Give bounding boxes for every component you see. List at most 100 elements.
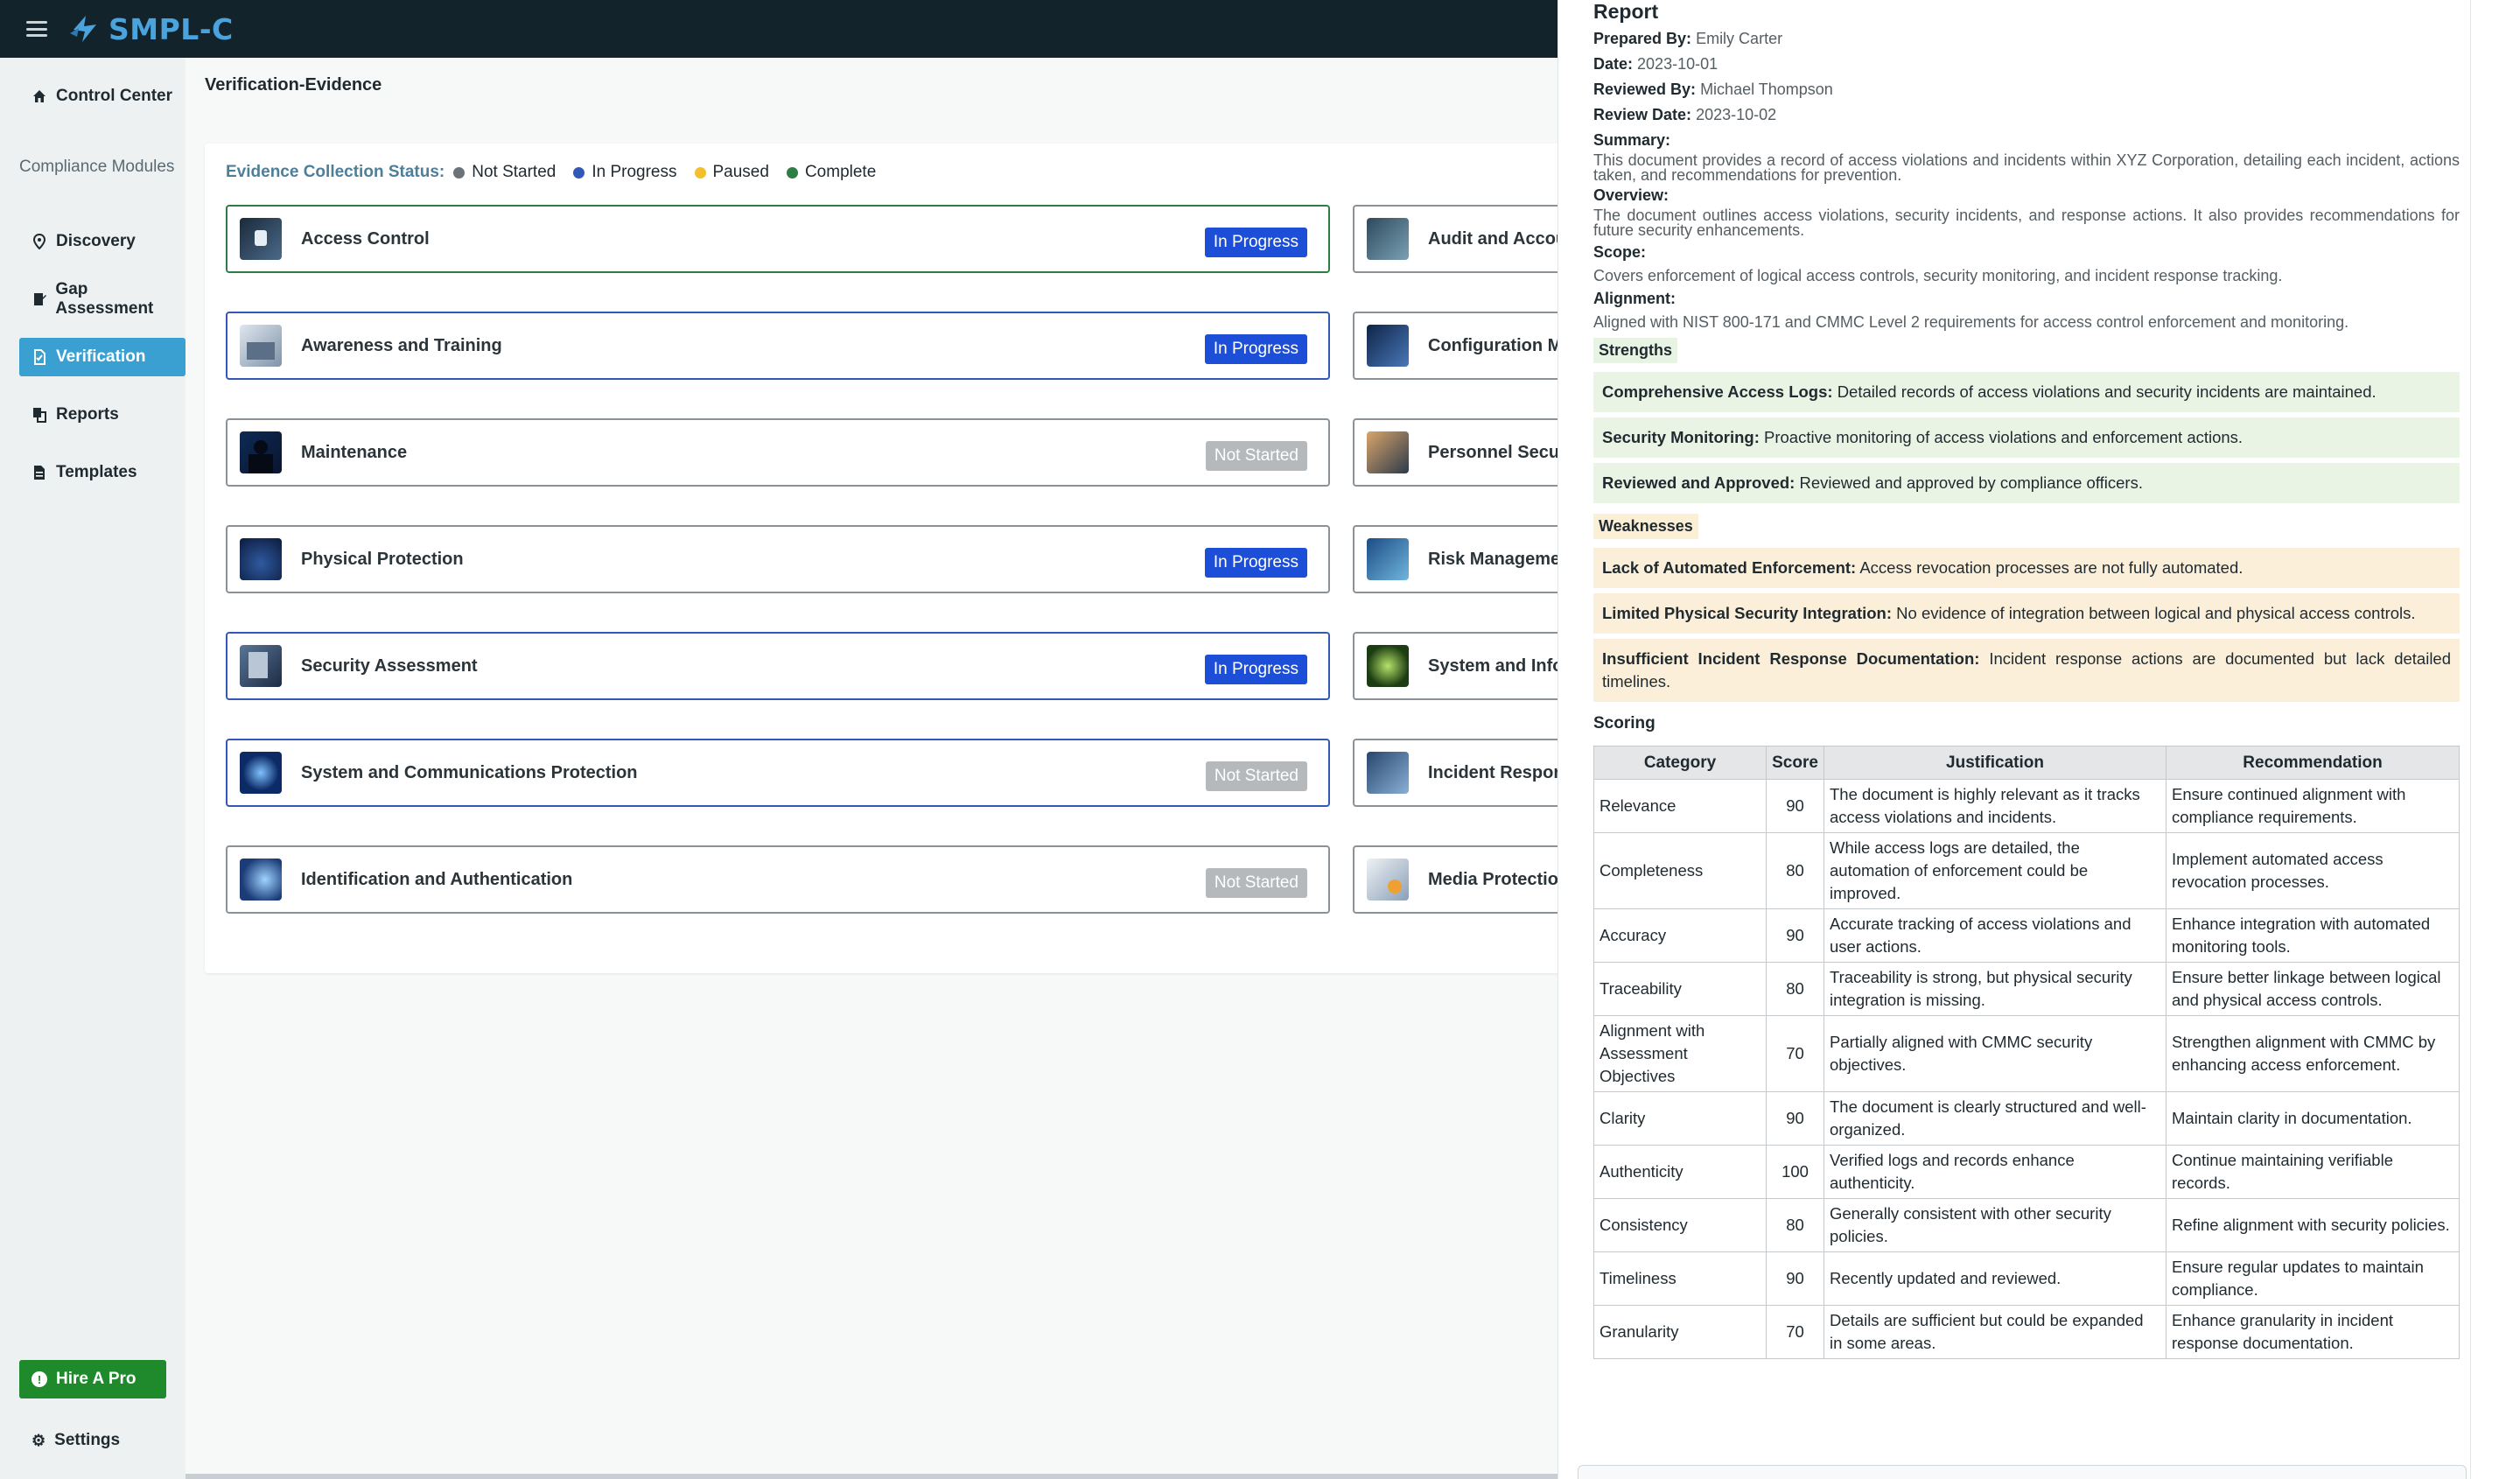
table-header: Category	[1593, 746, 1767, 780]
module-card-security-assessment[interactable]: Security Assessment In Progress	[226, 632, 1330, 700]
sidebar-item-reports[interactable]: Reports	[19, 396, 186, 434]
strength-item: Reviewed and Approved: Reviewed and appr…	[1593, 463, 2460, 503]
module-card-awareness-training[interactable]: Awareness and Training In Progress	[226, 312, 1330, 380]
table-cell-score: 90	[1766, 908, 1824, 963]
sidebar-item-label: Gap Assessment	[55, 280, 154, 318]
document-check-icon	[32, 349, 47, 365]
module-name: Access Control	[301, 228, 430, 249]
legend-complete: Complete	[786, 163, 876, 182]
status-badge: Not Started	[1205, 761, 1307, 791]
nav-control-center[interactable]: Control Center	[19, 77, 186, 116]
alignment-label: Alignment:	[1593, 290, 1676, 307]
table-row: Traceability 80 Traceability is strong, bu…	[1593, 962, 2460, 1016]
status-badge: In Progress	[1204, 548, 1307, 578]
module-card-identification-authentication[interactable]: Identification and Authentication Not St…	[226, 845, 1330, 914]
table-cell-justification: The document is highly relevant as it tr…	[1824, 779, 2166, 833]
table-cell-recommendation: Continue maintaining verifiable records.	[2166, 1145, 2460, 1199]
status-badge: Not Started	[1205, 868, 1307, 898]
strengths-heading: Strengths	[1593, 338, 1678, 363]
module-name: Incident Respor	[1428, 762, 1561, 782]
table-cell-category: Authenticity	[1593, 1145, 1767, 1199]
legend-not-started: Not Started	[453, 163, 556, 182]
module-name: Personnel Secur	[1428, 442, 1566, 462]
table-row: Alignment with Assessment Objectives 70 Pa…	[1593, 1015, 2460, 1092]
evidence-panel: Evidence Collection Status: Not Started …	[205, 144, 1745, 973]
module-name: Media Protectio	[1428, 869, 1558, 889]
hire-a-pro-button[interactable]: ! Hire A Pro	[19, 1360, 166, 1398]
sidebar-item-label: Templates	[56, 463, 137, 481]
report-title: Report	[1593, 0, 1659, 23]
table-row: Consistency 80 Generally consistent with o…	[1593, 1198, 2460, 1252]
table-row: Timeliness 90 Recently updated and reviewe…	[1593, 1251, 2460, 1306]
table-cell-recommendation: Maintain clarity in documentation.	[2166, 1091, 2460, 1146]
module-name: Physical Protection	[301, 549, 464, 569]
module-thumbnail	[1367, 431, 1409, 473]
app-logo[interactable]: SMPL-C	[66, 11, 234, 47]
location-pin-icon	[32, 234, 47, 249]
review-date-row: Review Date: 2023-10-02	[1593, 106, 1777, 123]
strength-item: Comprehensive Access Logs: Detailed reco…	[1593, 372, 2460, 412]
horizontal-scrollbar[interactable]	[186, 1474, 1559, 1479]
scrollbar-track[interactable]	[2470, 0, 2520, 1479]
table-cell-score: 80	[1766, 962, 1824, 1016]
weakness-item: Lack of Automated Enforcement: Access re…	[1593, 548, 2460, 588]
module-card-physical-protection[interactable]: Physical Protection In Progress	[226, 525, 1330, 593]
prepared-by-row: Prepared By: Emily Carter	[1593, 30, 1783, 47]
status-label: Evidence Collection Status:	[226, 163, 445, 181]
table-cell-recommendation: Ensure continued alignment with complian…	[2166, 779, 2460, 833]
module-card-maintenance[interactable]: Maintenance Not Started	[226, 418, 1330, 487]
scope-label: Scope:	[1593, 243, 1647, 261]
table-cell-recommendation: Refine alignment with security policies.	[2166, 1198, 2460, 1252]
module-card-system-comms-protection[interactable]: System and Communications Protection Not…	[226, 739, 1330, 807]
logo-text: SMPL-C	[108, 11, 234, 46]
sidebar-item-templates[interactable]: Templates	[19, 453, 186, 492]
table-header: Recommendation	[2166, 746, 2460, 780]
module-thumbnail	[1367, 218, 1409, 260]
table-row: Clarity 90 The document is clearly structu…	[1593, 1091, 2460, 1146]
legend-in-progress: In Progress	[573, 163, 677, 182]
table-cell-score: 80	[1766, 1198, 1824, 1252]
sidebar-item-verification[interactable]: Verification	[19, 338, 186, 376]
edit-document-icon	[32, 291, 46, 307]
status-badge: Not Started	[1205, 441, 1307, 471]
summary-label: Summary:	[1593, 131, 1671, 149]
table-cell-category: Accuracy	[1593, 908, 1767, 963]
reports-icon	[32, 407, 47, 423]
sidebar-item-discovery[interactable]: Discovery	[19, 222, 186, 261]
module-thumbnail	[1367, 645, 1409, 687]
report-footer-card	[1578, 1465, 2467, 1479]
weaknesses-heading: Weaknesses	[1593, 514, 1698, 539]
table-header: Score	[1766, 746, 1824, 780]
module-thumbnail	[240, 431, 282, 473]
module-name: Risk Manageme	[1428, 549, 1561, 569]
summary-text: This document provides a record of acces…	[1593, 151, 2460, 184]
sidebar-item-gap-assessment[interactable]: Gap Assessment	[19, 280, 186, 319]
table-cell-recommendation: Strengthen alignment with CMMC by enhanc…	[2166, 1015, 2460, 1092]
weakness-item: Insufficient Incident Response Documenta…	[1593, 639, 2460, 702]
legend-paused: Paused	[694, 163, 769, 182]
template-icon	[32, 465, 47, 480]
settings-button[interactable]: ⚙ Settings	[19, 1421, 120, 1460]
settings-label: Settings	[54, 1431, 121, 1449]
module-thumbnail	[240, 538, 282, 580]
table-cell-score: 90	[1766, 1091, 1824, 1146]
alignment-text: Aligned with NIST 800-171 and CMMC Level…	[1593, 313, 2349, 331]
sidebar-item-label: Reports	[56, 405, 119, 424]
module-name: Audit and Accou	[1428, 228, 1567, 249]
table-cell-category: Timeliness	[1593, 1251, 1767, 1306]
module-name: System and Info	[1428, 655, 1564, 676]
nav-label: Control Center	[56, 87, 172, 105]
table-cell-score: 80	[1766, 832, 1824, 909]
table-cell-category: Relevance	[1593, 779, 1767, 833]
sidebar: Control Center Compliance Modules Discov…	[0, 58, 186, 1479]
table-cell-score: 90	[1766, 779, 1824, 833]
module-card-access-control[interactable]: Access Control In Progress	[226, 205, 1330, 273]
table-cell-justification: Details are sufficient but could be expa…	[1824, 1305, 2166, 1359]
logo-mark-icon	[70, 16, 96, 42]
table-cell-recommendation: Ensure regular updates to maintain compl…	[2166, 1251, 2460, 1306]
table-row: Relevance 90 The document is highly releva…	[1593, 779, 2460, 833]
table-cell-justification: Partially aligned with CMMC security obj…	[1824, 1015, 2166, 1092]
table-header: Justification	[1824, 746, 2166, 780]
table-cell-recommendation: Enhance integration with automated monit…	[2166, 908, 2460, 963]
menu-icon[interactable]	[26, 21, 47, 37]
